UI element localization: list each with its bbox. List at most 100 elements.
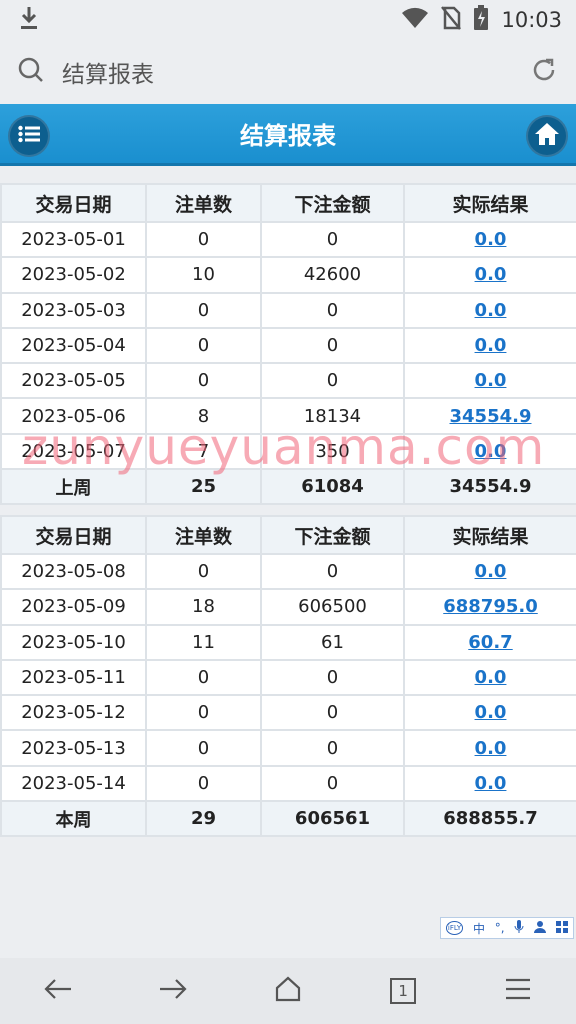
date-cell: 2023-05-13 bbox=[0, 729, 147, 767]
table-row: 2023-05-10 11 61 60.7 bbox=[0, 623, 576, 661]
count-cell: 10 bbox=[145, 256, 262, 294]
tabs-button[interactable]: 1 bbox=[373, 961, 433, 1021]
amount-cell: 0 bbox=[260, 552, 405, 591]
total-count-cell: 29 bbox=[145, 800, 262, 838]
total-date-cell: 上周 bbox=[0, 468, 147, 506]
refresh-icon[interactable] bbox=[530, 56, 558, 88]
result-link[interactable]: 0.0 bbox=[475, 335, 507, 356]
count-cell: 0 bbox=[145, 694, 262, 732]
column-header: 下注金额 bbox=[260, 515, 405, 555]
table-row: 2023-05-06 8 18134 34554.9 bbox=[0, 397, 576, 435]
date-cell: 2023-05-04 bbox=[0, 326, 147, 365]
table-row: 2023-05-11 0 0 0.0 bbox=[0, 658, 576, 697]
microphone-icon[interactable] bbox=[514, 919, 524, 937]
table-row: 2023-05-14 0 0 0.0 bbox=[0, 764, 576, 803]
total-count-cell: 25 bbox=[145, 468, 262, 506]
ime-logo[interactable]: iFLY bbox=[445, 921, 464, 935]
amount-cell: 18134 bbox=[260, 397, 405, 435]
total-amount-cell: 61084 bbox=[260, 468, 405, 506]
result-link[interactable]: 34554.9 bbox=[450, 406, 532, 427]
address-bar[interactable]: 结算报表 bbox=[0, 40, 576, 104]
count-cell: 0 bbox=[145, 729, 262, 767]
count-cell: 7 bbox=[145, 432, 262, 471]
table-row: 2023-05-08 0 0 0.0 bbox=[0, 552, 576, 591]
result-link[interactable]: 0.0 bbox=[475, 370, 507, 391]
count-cell: 18 bbox=[145, 588, 262, 626]
result-link[interactable]: 0.0 bbox=[475, 441, 507, 462]
ime-toolbar[interactable]: iFLY 中 °, bbox=[440, 917, 574, 939]
result-cell: 0.0 bbox=[403, 552, 576, 591]
arrow-right-icon bbox=[158, 977, 188, 1005]
ime-language-toggle[interactable]: 中 bbox=[473, 920, 485, 937]
amount-cell: 350 bbox=[260, 432, 405, 471]
table-row: 2023-05-04 0 0 0.0 bbox=[0, 326, 576, 365]
result-link[interactable]: 0.0 bbox=[475, 264, 507, 285]
punctuation-icon[interactable]: °, bbox=[495, 921, 505, 935]
result-cell: 688795.0 bbox=[403, 588, 576, 626]
user-icon[interactable] bbox=[534, 920, 547, 936]
date-cell: 2023-05-01 bbox=[0, 220, 147, 259]
table-row: 2023-05-02 10 42600 0.0 bbox=[0, 256, 576, 294]
result-cell: 0.0 bbox=[403, 220, 576, 259]
apps-grid-icon[interactable] bbox=[556, 920, 569, 936]
home-button[interactable] bbox=[526, 115, 568, 157]
date-cell: 2023-05-05 bbox=[0, 362, 147, 400]
total-date-cell: 本周 bbox=[0, 800, 147, 838]
result-link[interactable]: 0.0 bbox=[475, 300, 507, 321]
date-cell: 2023-05-11 bbox=[0, 658, 147, 697]
amount-cell: 0 bbox=[260, 658, 405, 697]
count-cell: 0 bbox=[145, 291, 262, 329]
count-cell: 0 bbox=[145, 552, 262, 591]
back-button[interactable] bbox=[28, 961, 88, 1021]
total-amount-cell: 606561 bbox=[260, 800, 405, 838]
result-link[interactable]: 0.0 bbox=[475, 702, 507, 723]
column-header: 交易日期 bbox=[0, 515, 147, 555]
result-link[interactable]: 688795.0 bbox=[443, 596, 538, 617]
result-cell: 0.0 bbox=[403, 729, 576, 767]
status-clock: 10:03 bbox=[501, 8, 562, 32]
house-outline-icon bbox=[274, 975, 302, 1007]
amount-cell: 0 bbox=[260, 220, 405, 259]
total-result-cell: 688855.7 bbox=[403, 800, 576, 838]
result-cell: 0.0 bbox=[403, 432, 576, 471]
browser-bottom-nav: 1 bbox=[0, 958, 576, 1024]
home-nav-button[interactable] bbox=[258, 961, 318, 1021]
hamburger-icon bbox=[504, 978, 532, 1004]
settlement-table-this-week: 交易日期 注单数 下注金额 实际结果 2023-05-08 0 0 0.0 2023-05-0… bbox=[0, 515, 576, 838]
result-link[interactable]: 60.7 bbox=[468, 632, 512, 653]
result-link[interactable]: 0.0 bbox=[475, 773, 507, 794]
table-row: 2023-05-05 0 0 0.0 bbox=[0, 362, 576, 400]
result-link[interactable]: 0.0 bbox=[475, 667, 507, 688]
result-link[interactable]: 0.0 bbox=[475, 561, 507, 582]
total-row: 上周 25 61084 34554.9 bbox=[0, 468, 576, 506]
tab-count: 1 bbox=[390, 978, 417, 1004]
column-header: 实际结果 bbox=[403, 183, 576, 223]
result-cell: 0.0 bbox=[403, 326, 576, 365]
count-cell: 0 bbox=[145, 220, 262, 259]
result-link[interactable]: 0.0 bbox=[475, 229, 507, 250]
arrow-left-icon bbox=[43, 977, 73, 1005]
date-cell: 2023-05-03 bbox=[0, 291, 147, 329]
result-cell: 0.0 bbox=[403, 658, 576, 697]
column-header: 交易日期 bbox=[0, 183, 147, 223]
amount-cell: 606500 bbox=[260, 588, 405, 626]
forward-button[interactable] bbox=[143, 961, 203, 1021]
table-header-row: 交易日期 注单数 下注金额 实际结果 bbox=[0, 183, 576, 223]
result-link[interactable]: 0.0 bbox=[475, 738, 507, 759]
table-row: 2023-05-12 0 0 0.0 bbox=[0, 694, 576, 732]
table-row: 2023-05-13 0 0 0.0 bbox=[0, 729, 576, 767]
column-header: 下注金额 bbox=[260, 183, 405, 223]
menu-button[interactable] bbox=[8, 115, 50, 157]
date-cell: 2023-05-12 bbox=[0, 694, 147, 732]
wifi-icon bbox=[401, 7, 429, 33]
date-cell: 2023-05-08 bbox=[0, 552, 147, 591]
address-text[interactable]: 结算报表 bbox=[62, 55, 530, 89]
result-cell: 0.0 bbox=[403, 694, 576, 732]
column-header: 注单数 bbox=[145, 515, 262, 555]
home-icon bbox=[534, 122, 560, 150]
date-cell: 2023-05-09 bbox=[0, 588, 147, 626]
menu-nav-button[interactable] bbox=[488, 961, 548, 1021]
result-cell: 0.0 bbox=[403, 764, 576, 803]
table-row: 2023-05-03 0 0 0.0 bbox=[0, 291, 576, 329]
list-icon bbox=[18, 125, 40, 147]
